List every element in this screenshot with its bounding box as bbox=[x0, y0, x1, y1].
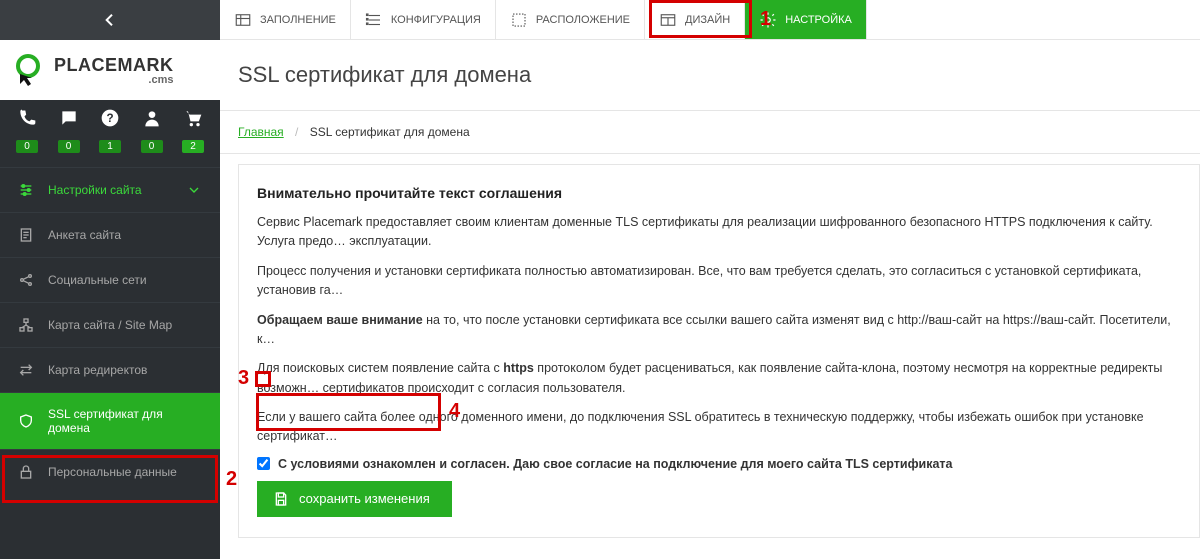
consent-checkbox[interactable] bbox=[257, 457, 270, 470]
topnav-item-layout[interactable]: РАСПОЛОЖЕНИЕ bbox=[496, 0, 645, 39]
share-icon bbox=[18, 272, 34, 288]
topnav-label: ДИЗАЙН bbox=[685, 14, 730, 26]
quick-chat[interactable]: 0 bbox=[52, 108, 86, 153]
breadcrumb-home[interactable]: Главная bbox=[238, 125, 284, 139]
breadcrumb: Главная / SSL сертификат для домена bbox=[220, 111, 1200, 154]
badge: 0 bbox=[16, 140, 38, 153]
sidebar-item-label: SSL сертификат для домена bbox=[48, 407, 202, 435]
sidebar-item-label: Персональные данные bbox=[48, 465, 177, 479]
form-icon bbox=[18, 227, 34, 243]
design-icon bbox=[659, 11, 677, 29]
topnav-label: РАСПОЛОЖЕНИЕ bbox=[536, 14, 630, 26]
sidebar-item-sitemap[interactable]: Карта сайта / Site Map bbox=[0, 302, 220, 347]
agreement-p5: Если у вашего сайта более одного доменно… bbox=[257, 408, 1181, 447]
save-icon bbox=[273, 491, 289, 507]
badge: 0 bbox=[58, 140, 80, 153]
agreement-p3: Обращаем ваше внимание на то, что после … bbox=[257, 311, 1181, 350]
logo-brand: PLACEMARK bbox=[54, 55, 174, 76]
breadcrumb-current: SSL сертификат для домена bbox=[310, 125, 470, 139]
save-button[interactable]: сохранить изменения bbox=[257, 481, 452, 517]
topnav-item-fill[interactable]: ЗАПОЛНЕНИЕ bbox=[220, 0, 351, 39]
sidebar-item-label: Социальные сети bbox=[48, 273, 147, 287]
save-button-label: сохранить изменения bbox=[299, 491, 430, 506]
sidebar-item-ssl[interactable]: SSL сертификат для домена bbox=[0, 392, 220, 449]
sidebar-item-label: Карта сайта / Site Map bbox=[48, 318, 172, 332]
page-title: SSL сертификат для домена bbox=[220, 40, 1200, 111]
badge: 0 bbox=[141, 140, 163, 153]
topnav-label: ЗАПОЛНЕНИЕ bbox=[260, 14, 336, 26]
breadcrumb-separator: / bbox=[287, 125, 306, 139]
cursor-icon bbox=[12, 54, 44, 86]
lock-icon bbox=[18, 464, 34, 480]
consent-label: С условиями ознакомлен и согласен. Даю с… bbox=[278, 457, 952, 471]
content: SSL сертификат для домена Главная / SSL … bbox=[220, 40, 1200, 559]
topnav-item-settings[interactable]: НАСТРОЙКА bbox=[745, 0, 867, 39]
agreement-p3-strong: Обращаем ваше внимание bbox=[257, 313, 423, 327]
topnav-item-design[interactable]: ДИЗАЙН bbox=[645, 0, 745, 39]
redirect-icon bbox=[18, 362, 34, 378]
svg-text:?: ? bbox=[106, 112, 113, 125]
sidebar-item-personal[interactable]: Персональные данные bbox=[0, 449, 220, 494]
sidebar-item-redirects[interactable]: Карта редиректов bbox=[0, 347, 220, 392]
chevron-left-icon bbox=[102, 12, 118, 28]
phone-icon bbox=[17, 108, 37, 128]
top-nav: ЗАПОЛНЕНИЕ КОНФИГУРАЦИЯ РАСПОЛОЖЕНИЕ ДИЗ… bbox=[220, 0, 1200, 40]
quick-phone[interactable]: 0 bbox=[10, 108, 44, 153]
back-button[interactable] bbox=[0, 0, 220, 40]
sidebar: PLACEMARK .cms 0 0 ? 1 0 2 Настройки сай… bbox=[0, 0, 220, 559]
chevron-down-icon bbox=[186, 182, 202, 198]
gear-icon bbox=[759, 11, 777, 29]
quick-help[interactable]: ? 1 bbox=[93, 108, 127, 153]
agreement-p1: Сервис Placemark предоставляет своим кли… bbox=[257, 213, 1181, 252]
sliders-icon bbox=[18, 182, 34, 198]
shield-icon bbox=[18, 413, 34, 429]
sidebar-item-form[interactable]: Анкета сайта bbox=[0, 212, 220, 257]
badge: 2 bbox=[182, 140, 204, 153]
topnav-label: НАСТРОЙКА bbox=[785, 14, 852, 26]
sidebar-item-label: Настройки сайта bbox=[48, 183, 142, 197]
badge: 1 bbox=[99, 140, 121, 153]
topnav-item-config[interactable]: КОНФИГУРАЦИЯ bbox=[351, 0, 496, 39]
quick-cart[interactable]: 2 bbox=[176, 108, 210, 153]
cart-icon bbox=[183, 108, 203, 128]
list-icon bbox=[365, 11, 383, 29]
sitemap-icon bbox=[18, 317, 34, 333]
consent-row: С условиями ознакомлен и согласен. Даю с… bbox=[257, 457, 1181, 471]
quick-actions: 0 0 ? 1 0 2 bbox=[0, 100, 220, 167]
agreement-panel: Внимательно прочитайте текст соглашения … bbox=[238, 164, 1200, 538]
grid-icon bbox=[234, 11, 252, 29]
agreement-p4: Для поисковых систем появление сайта с h… bbox=[257, 359, 1181, 398]
sidebar-item-label: Анкета сайта bbox=[48, 228, 121, 242]
user-icon bbox=[142, 108, 162, 128]
help-icon: ? bbox=[100, 108, 120, 128]
quick-user[interactable]: 0 bbox=[135, 108, 169, 153]
logo-block: PLACEMARK .cms bbox=[0, 40, 220, 100]
agreement-heading: Внимательно прочитайте текст соглашения bbox=[257, 185, 1181, 201]
agreement-p2: Процесс получения и установки сертификат… bbox=[257, 262, 1181, 301]
sidebar-item-label: Карта редиректов bbox=[48, 363, 147, 377]
sidebar-item-settings[interactable]: Настройки сайта bbox=[0, 167, 220, 212]
topnav-label: КОНФИГУРАЦИЯ bbox=[391, 14, 481, 26]
layout-icon bbox=[510, 11, 528, 29]
sidebar-item-social[interactable]: Социальные сети bbox=[0, 257, 220, 302]
chat-icon bbox=[59, 108, 79, 128]
